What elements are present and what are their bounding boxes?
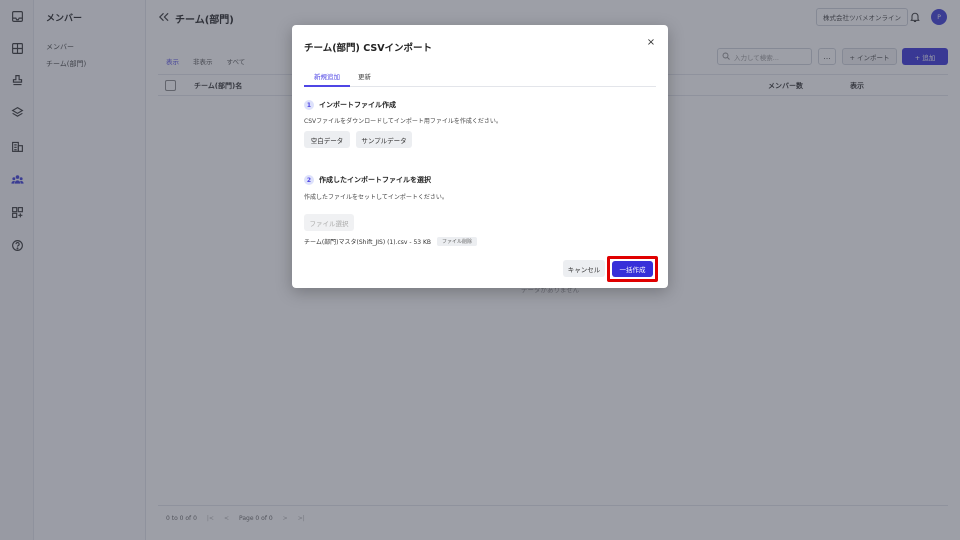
tab-update[interactable]: 更新	[358, 71, 371, 81]
file-select-button[interactable]: ファイル選択	[304, 214, 354, 231]
sample-data-button[interactable]: サンプルデータ	[356, 131, 412, 148]
dialog-title: チーム(部門) CSVインポート	[304, 43, 433, 54]
tab-new[interactable]: 新規追加	[314, 71, 340, 81]
active-tab-indicator	[304, 85, 350, 87]
blank-data-button[interactable]: 空白データ	[304, 131, 350, 148]
step-2-title: 作成したインポートファイルを選択	[319, 176, 431, 184]
step-1-header: 1 インポートファイル作成	[304, 100, 396, 110]
close-icon[interactable]: ×	[645, 36, 657, 48]
highlight-box: 一括作成	[607, 256, 658, 282]
selected-file: チーム(部門)マスタ(Shift_JIS) (1).csv - 53 KB ファ…	[304, 237, 478, 246]
file-name: チーム(部門)マスタ(Shift_JIS) (1).csv - 53 KB	[304, 239, 432, 246]
file-delete-button[interactable]: ファイル削除	[437, 237, 478, 246]
dialog-tabs: 新規追加 更新	[304, 65, 656, 87]
step-1-title: インポートファイル作成	[319, 101, 396, 109]
step-1-number: 1	[304, 100, 314, 110]
cancel-button[interactable]: キャンセル	[563, 260, 605, 277]
csv-import-dialog: チーム(部門) CSVインポート × 新規追加 更新 1 インポートファイル作成…	[292, 25, 668, 288]
step-2-number: 2	[304, 175, 314, 185]
step-2-header: 2 作成したインポートファイルを選択	[304, 175, 431, 185]
step-1-description: CSVファイルをダウンロードしてインポート用ファイルを作成ください。	[304, 118, 502, 125]
step-2-description: 作成したファイルをセットしてインポートください。	[304, 194, 448, 201]
bulk-create-button[interactable]: 一括作成	[612, 261, 653, 277]
